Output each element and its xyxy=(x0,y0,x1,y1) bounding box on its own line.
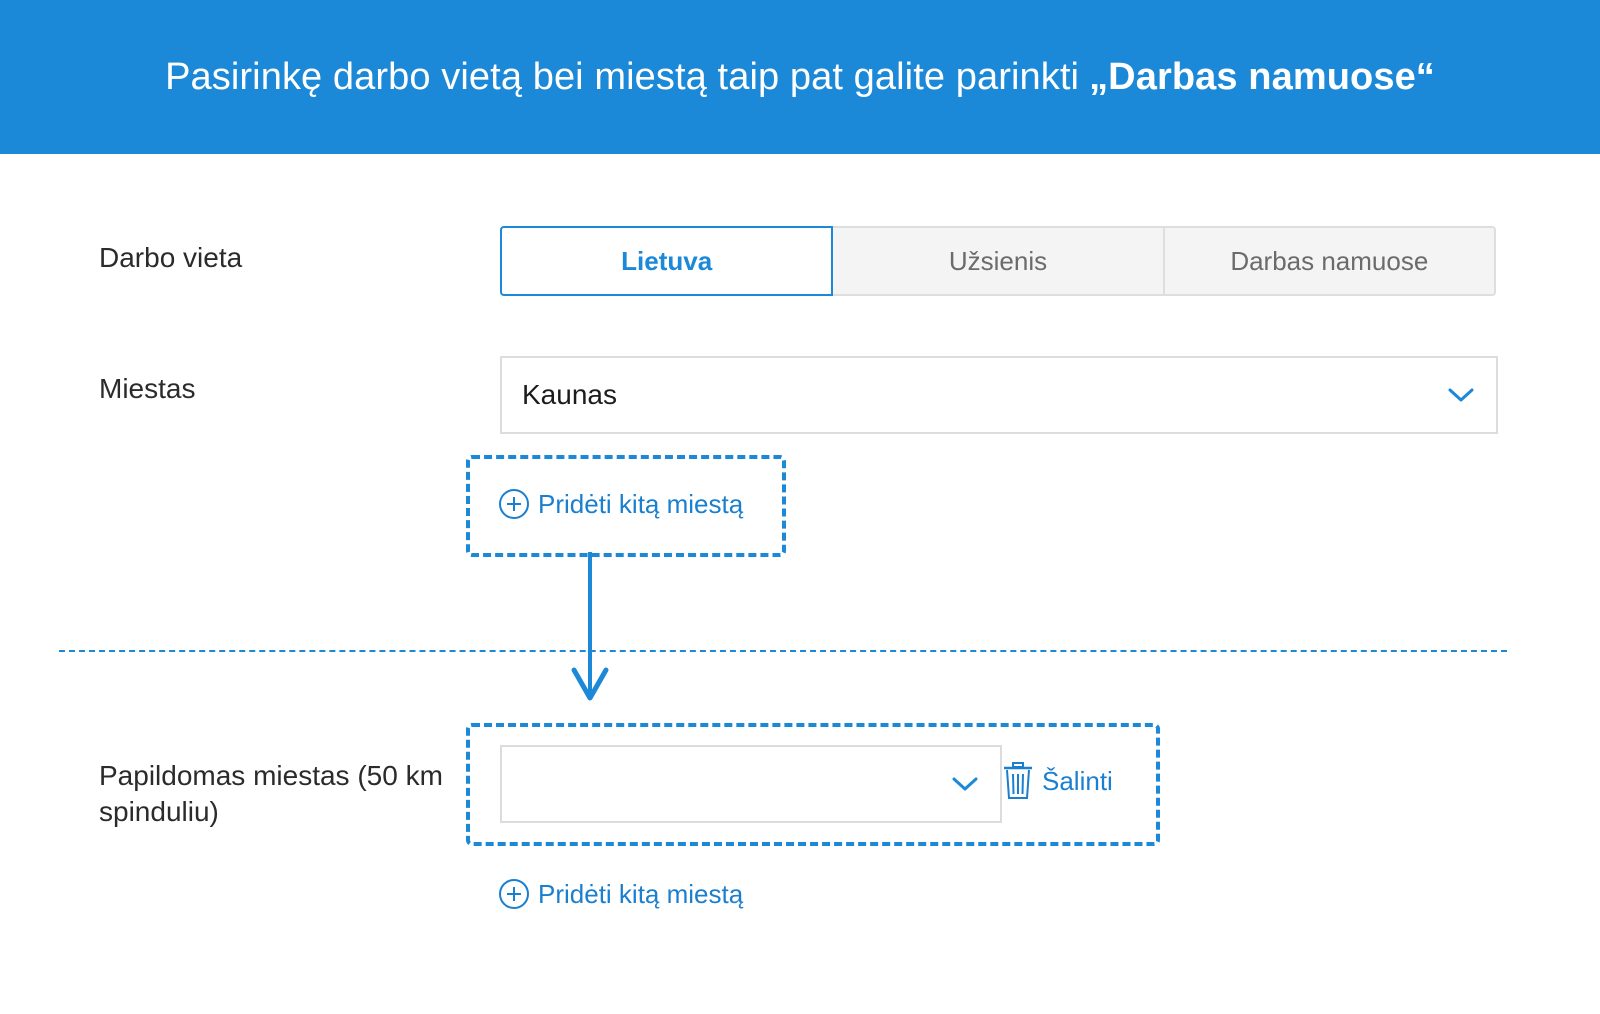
extra-city-label-line2: spinduliu) xyxy=(99,796,219,827)
banner-highlight: „Darbas namuose“ xyxy=(1089,55,1435,98)
remove-city-label: Šalinti xyxy=(1042,765,1113,796)
arrow-down-icon xyxy=(571,552,609,701)
add-city-link-bottom[interactable]: Pridėti kitą miestą xyxy=(498,878,743,910)
remove-city-button[interactable]: Šalinti xyxy=(1002,762,1113,800)
city-select[interactable]: Kaunas xyxy=(500,356,1498,434)
work-place-label: Darbo vieta xyxy=(99,242,243,273)
chevron-down-icon xyxy=(952,777,978,791)
add-city-link-label: Pridėti kitą miestą xyxy=(538,488,744,519)
city-select-value: Kaunas xyxy=(522,379,617,410)
work-place-option-darbas-namuose[interactable]: Darbas namuose xyxy=(1162,226,1496,296)
add-city-link-label: Pridėti kitą miestą xyxy=(538,878,744,909)
plus-circle-icon xyxy=(499,879,529,909)
section-divider xyxy=(59,650,1507,652)
instruction-banner: Pasirinkę darbo vietą bei miestą taip pa… xyxy=(0,0,1600,154)
extra-city-label-line1: Papildomas miestas (50 km xyxy=(99,760,443,791)
trash-icon xyxy=(1004,762,1032,799)
extra-city-label: Papildomas miestas (50 km spinduliu) xyxy=(99,758,443,830)
work-place-option-lietuva[interactable]: Lietuva xyxy=(500,226,834,296)
extra-city-select[interactable] xyxy=(500,745,1002,823)
banner-text: Pasirinkę darbo vietą bei miestą taip pa… xyxy=(165,55,1080,98)
city-label: Miestas xyxy=(99,373,196,404)
chevron-down-icon xyxy=(1448,388,1474,402)
plus-circle-icon xyxy=(499,489,529,519)
work-place-segmented-control: Lietuva Užsienis Darbas namuose xyxy=(500,226,1496,296)
work-place-option-uzsienis[interactable]: Užsienis xyxy=(831,226,1165,296)
add-city-link-top[interactable]: Pridėti kitą miestą xyxy=(498,488,743,520)
